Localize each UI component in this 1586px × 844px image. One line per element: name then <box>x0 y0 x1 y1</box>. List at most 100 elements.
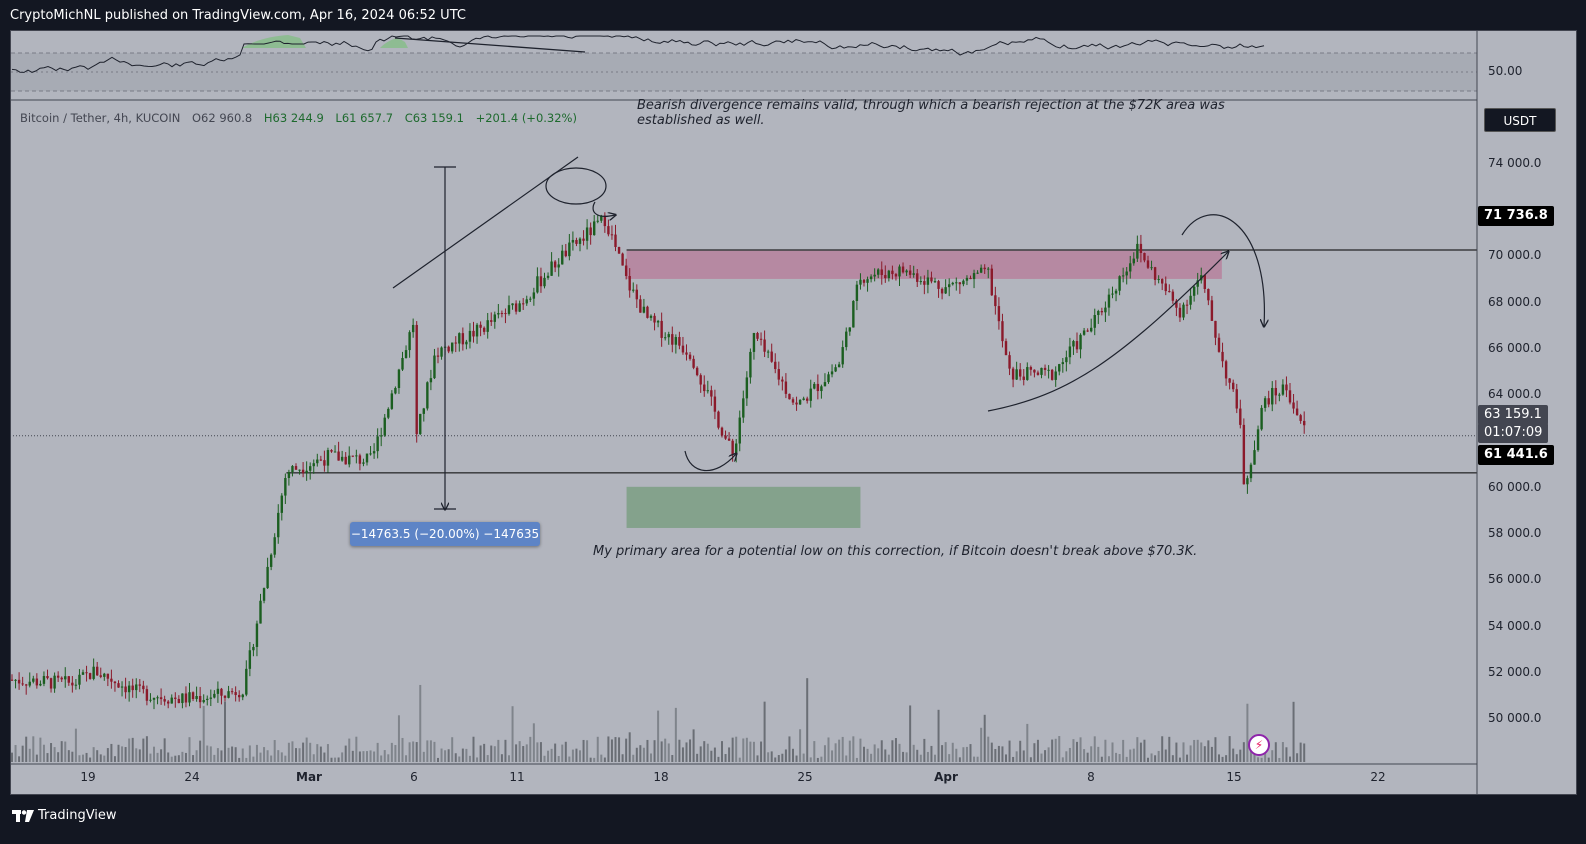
volume-bar <box>412 741 415 762</box>
candle-body <box>1143 252 1146 261</box>
volume-bar <box>82 754 84 762</box>
volume-bar <box>579 750 581 762</box>
candle-body <box>1153 267 1157 280</box>
candle-body <box>259 600 262 624</box>
y-tick: 58 000.0 <box>1488 526 1542 540</box>
volume-bar <box>1107 756 1110 762</box>
volume-bar <box>195 750 198 762</box>
candle-body <box>962 280 965 285</box>
candle-body <box>238 695 241 698</box>
top-circle[interactable] <box>545 167 607 205</box>
volume-bar <box>1026 723 1029 762</box>
candle-body <box>511 303 514 306</box>
x-tick: Mar <box>296 770 322 784</box>
volume-bar <box>78 755 81 762</box>
volume-bar <box>543 755 546 762</box>
volume-bar <box>1267 757 1270 762</box>
volume-bar <box>902 751 905 762</box>
annotation-primary-area[interactable]: My primary area for a potential low on t… <box>593 544 1197 559</box>
volume-bar <box>298 748 301 762</box>
candle-body <box>507 305 511 314</box>
resistance-zone[interactable] <box>626 250 1222 279</box>
volume-bar <box>160 749 163 762</box>
volume-bar <box>912 744 915 762</box>
chart-canvas[interactable] <box>10 30 1577 795</box>
volume-bar <box>522 746 525 762</box>
volume-bar <box>1285 747 1288 762</box>
volume-bar <box>1083 749 1086 762</box>
volume-bar <box>1260 757 1263 762</box>
candle-body <box>802 398 805 400</box>
y-tick: 60 000.0 <box>1488 480 1542 494</box>
lightning-alert-icon[interactable]: ⚡ <box>1248 734 1270 756</box>
candle-body <box>869 276 873 280</box>
candle-body <box>1036 372 1040 375</box>
y-tick: 74 000.0 <box>1488 156 1542 170</box>
annotation-bearish-divergence[interactable]: Bearish divergence remains valid, throug… <box>637 98 1277 128</box>
volume-bar <box>259 752 262 762</box>
candle-body <box>1008 355 1011 369</box>
volume-bar <box>1118 754 1121 762</box>
bounce-arrow[interactable] <box>684 450 736 472</box>
volume-bar <box>586 740 589 762</box>
candle-body <box>46 676 49 679</box>
candle-body <box>848 327 851 332</box>
candle-body <box>472 330 475 337</box>
candle-body <box>742 398 745 418</box>
candle-body <box>1001 321 1004 342</box>
candle-body <box>632 289 635 291</box>
volume-bar <box>1175 742 1178 762</box>
candle-body <box>1058 364 1061 372</box>
candle-body <box>649 315 653 318</box>
support-zone[interactable] <box>626 486 861 528</box>
candle-body <box>479 324 482 328</box>
candle-body <box>21 683 24 685</box>
volume-bar <box>1090 746 1093 762</box>
candle-body <box>103 673 106 677</box>
volume-bar <box>468 755 471 762</box>
candle-body <box>578 238 582 244</box>
candle-body <box>1214 320 1217 338</box>
candle-body <box>798 399 802 405</box>
volume-bar <box>21 745 24 762</box>
volume-bar <box>57 752 60 762</box>
volume-bar <box>870 753 873 762</box>
candle-body <box>213 693 216 698</box>
volume-bar <box>646 739 649 762</box>
volume-bar <box>444 750 447 762</box>
volume-bar <box>816 757 819 762</box>
candle-body <box>738 417 741 444</box>
candle-body <box>277 512 280 538</box>
volume-bar <box>724 754 727 762</box>
last-price-tag: 63 159.1 <box>1478 405 1548 425</box>
volume-bar <box>1246 703 1249 762</box>
volume-bar <box>465 748 468 762</box>
volume-bar <box>692 729 695 762</box>
volume-bar <box>603 757 606 762</box>
candle-body <box>894 274 898 277</box>
rejection-arrow[interactable] <box>592 201 615 216</box>
volume-bar <box>625 738 628 762</box>
candle-body <box>436 355 440 357</box>
measure-label[interactable]: −14763.5 (−20.00%) −147635 <box>350 522 540 546</box>
volume-bar <box>344 745 347 762</box>
candle-body <box>1150 267 1153 269</box>
currency-button[interactable]: USDT <box>1484 108 1556 132</box>
volume-bar <box>1086 752 1089 762</box>
candle-body <box>806 398 809 401</box>
candle-body <box>1068 346 1072 358</box>
candle-body <box>149 699 152 701</box>
low-value: L61 657.7 <box>335 111 394 125</box>
candle-body <box>1182 304 1185 318</box>
volume-bar <box>983 714 986 762</box>
volume-bar <box>508 755 510 762</box>
tradingview-logo[interactable]: TradingView <box>12 808 117 823</box>
volume-bar <box>820 756 823 762</box>
candle-body <box>901 266 905 273</box>
x-tick: 22 <box>1370 770 1386 784</box>
high-value: H63 244.9 <box>263 111 324 125</box>
volume-bar <box>1147 757 1149 762</box>
candle-body <box>376 436 379 452</box>
candle-body <box>568 242 571 257</box>
candle-body <box>958 282 962 285</box>
